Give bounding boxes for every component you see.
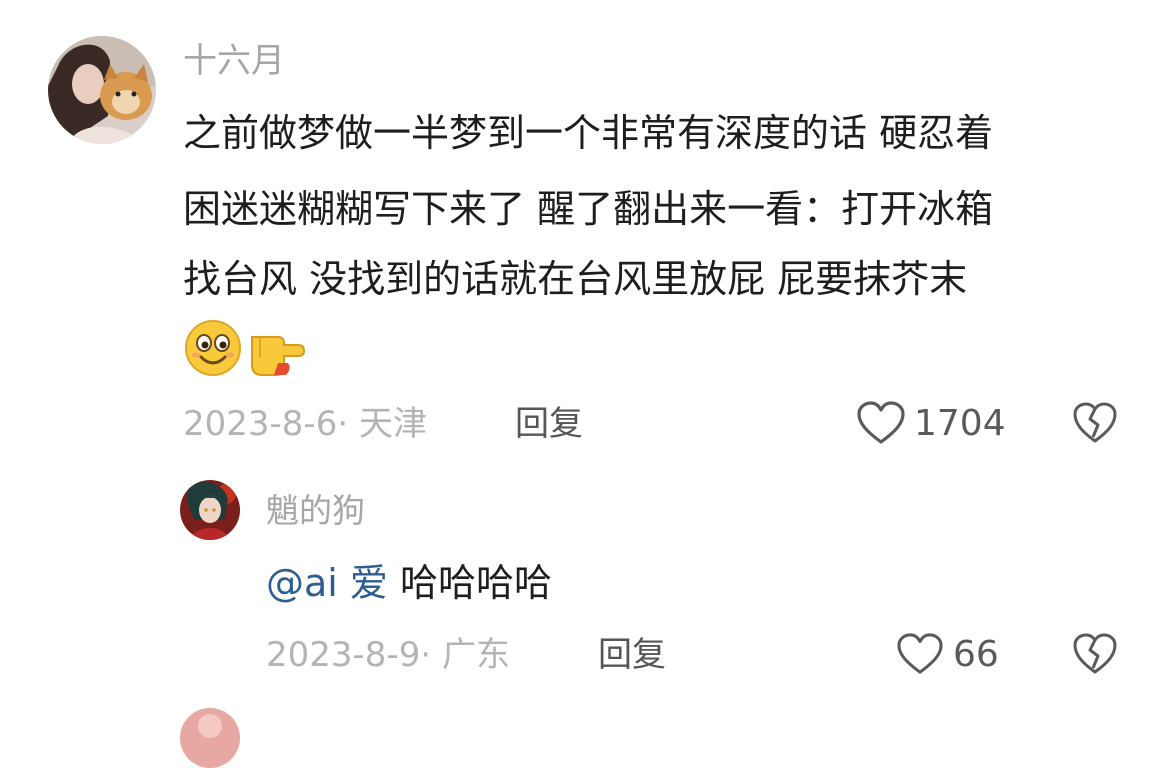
comment-date: 2023-8-6 — [183, 404, 338, 444]
reply-date: 2023-8-9 — [266, 635, 421, 675]
comment-meta: 2023-8-6· 天津 — [183, 404, 427, 444]
reply-location: 广东 — [441, 635, 510, 675]
comment-location: 天津 — [358, 404, 427, 444]
heart-outline-icon[interactable] — [856, 400, 906, 446]
avatar[interactable] — [48, 36, 156, 144]
broken-heart-icon[interactable] — [1072, 632, 1118, 676]
backhand-index-pointing-right-emoji — [248, 323, 308, 377]
avatar[interactable] — [180, 480, 240, 540]
username[interactable]: 魈的狗 — [266, 494, 365, 527]
like-count: 66 — [953, 634, 999, 675]
comment-text-line: 找台风 没找到的话就在台风里放屁 屁要抹芥末 — [183, 257, 968, 301]
reply-meta: 2023-8-9· 广东 — [266, 635, 510, 675]
username[interactable]: 十六月 — [183, 44, 285, 78]
reply-text: @ai 爱 哈哈哈哈 — [266, 564, 552, 602]
mention-link[interactable]: @ai 爱 — [266, 561, 388, 605]
reply-button[interactable]: 回复 — [515, 407, 583, 441]
smiling-face-emoji — [184, 319, 242, 377]
heart-outline-icon[interactable] — [896, 632, 944, 676]
broken-heart-icon[interactable] — [1072, 401, 1118, 445]
reply-text-body: 哈哈哈哈 — [400, 561, 553, 605]
reply-button[interactable]: 回复 — [598, 638, 666, 672]
comment-text-line: 之前做梦做一半梦到一个非常有深度的话 硬忍着 — [183, 111, 994, 155]
comment-text-line: 困迷迷糊糊写下来了 醒了翻出来一看：打开冰箱 — [183, 187, 994, 231]
avatar[interactable] — [180, 708, 240, 768]
like-count: 1704 — [914, 403, 1006, 444]
